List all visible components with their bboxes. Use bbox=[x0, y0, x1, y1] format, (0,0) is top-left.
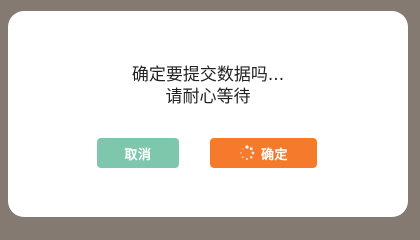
dialog-message-line1: 确定要提交数据吗... bbox=[131, 65, 285, 85]
loading-spinner-icon bbox=[239, 145, 255, 161]
cancel-button[interactable]: 取消 bbox=[97, 138, 179, 168]
confirm-button[interactable]: 确定 bbox=[210, 138, 317, 168]
cancel-button-label: 取消 bbox=[124, 147, 152, 163]
confirm-button-label: 确定 bbox=[260, 147, 288, 163]
dialog-message: 确定要提交数据吗... 请耐心等待 bbox=[8, 64, 408, 108]
confirm-dialog: 确定要提交数据吗... 请耐心等待 取消 确定 bbox=[8, 11, 408, 217]
dialog-message-line2: 请耐心等待 bbox=[165, 87, 251, 107]
